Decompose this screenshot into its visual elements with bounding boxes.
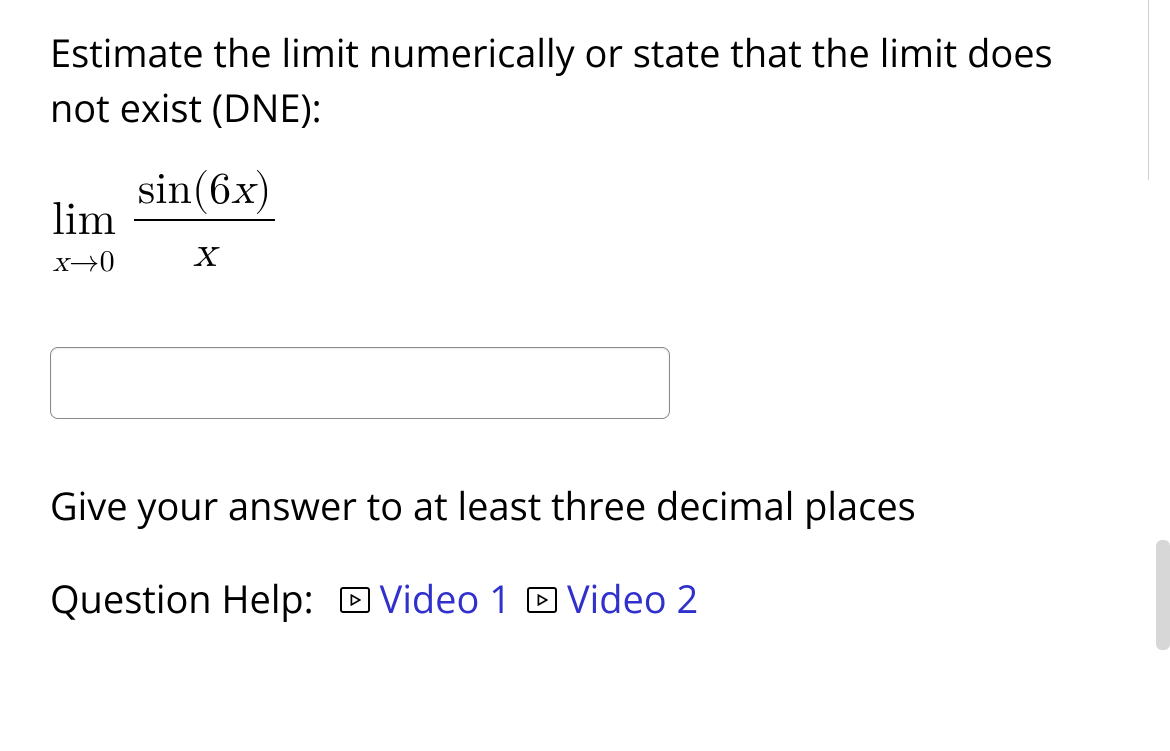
scrollbar-thumb[interactable] bbox=[1156, 540, 1170, 650]
video-2-label: Video 2 bbox=[567, 572, 698, 627]
video-1-link[interactable]: Video 1 bbox=[340, 572, 511, 627]
play-icon bbox=[527, 587, 557, 613]
video-1-label: Video 1 bbox=[380, 572, 511, 627]
question-content: Estimate the limit numerically or state … bbox=[0, 0, 1170, 627]
fraction: sin(6x) x bbox=[134, 166, 276, 277]
panel-edge bbox=[1148, 0, 1170, 180]
limit-expression: lim x→0 sin(6x) x bbox=[52, 196, 1120, 277]
denominator: x bbox=[189, 221, 220, 277]
video-2-link[interactable]: Video 2 bbox=[527, 572, 698, 627]
limit-operator: lim x→0 bbox=[52, 197, 116, 277]
answer-input[interactable] bbox=[50, 347, 670, 419]
play-icon bbox=[340, 587, 370, 613]
question-help-row: Question Help: Video 1 Video 2 bbox=[50, 572, 1120, 627]
lim-text: lim bbox=[52, 197, 116, 243]
help-label: Question Help: bbox=[50, 572, 314, 627]
numerator: sin(6x) bbox=[134, 166, 276, 218]
question-prompt: Estimate the limit numerically or state … bbox=[50, 26, 1120, 136]
lim-subscript: x→0 bbox=[53, 247, 115, 277]
answer-instruction: Give your answer to at least three decim… bbox=[50, 479, 1120, 534]
